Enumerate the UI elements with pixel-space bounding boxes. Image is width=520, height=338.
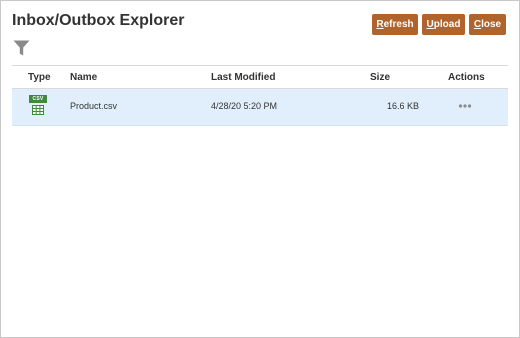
upload-label: pload [433, 19, 461, 30]
column-header-type[interactable]: Type [28, 72, 51, 83]
more-horizontal-icon[interactable] [458, 100, 472, 112]
upload-button[interactable]: Upload [422, 14, 465, 35]
column-header-size[interactable]: Size [370, 72, 390, 83]
refresh-label: efresh [383, 19, 414, 30]
size-cell: 16.6 KB [386, 101, 419, 111]
csv-file-icon: CSV [29, 95, 47, 116]
close-accelerator: C [473, 19, 482, 30]
table-header: Type Name Last Modified Size Actions [12, 65, 508, 89]
column-header-name[interactable]: Name [70, 72, 97, 83]
filter-icon[interactable] [13, 40, 30, 56]
file-name-cell[interactable]: Product.csv [70, 101, 117, 111]
close-label: lose [481, 19, 502, 30]
table-row[interactable]: CSV Product.csv 4/28/20 5:20 PM 16.6 KB [12, 89, 508, 126]
csv-file-badge: CSV [29, 95, 47, 103]
spreadsheet-grid-icon [32, 105, 44, 115]
inbox-outbox-explorer-dialog: Inbox/Outbox Explorer Refresh Upload Clo… [0, 0, 520, 338]
refresh-accelerator: R [376, 19, 384, 30]
file-table: Type Name Last Modified Size Actions CSV… [12, 65, 508, 126]
close-button[interactable]: Close [469, 14, 506, 35]
dialog-title: Inbox/Outbox Explorer [12, 12, 185, 29]
upload-accelerator: U [426, 19, 434, 30]
column-header-actions: Actions [448, 72, 485, 83]
column-header-last-modified[interactable]: Last Modified [211, 72, 275, 83]
refresh-button[interactable]: Refresh [372, 14, 418, 35]
last-modified-cell: 4/28/20 5:20 PM [211, 101, 278, 111]
